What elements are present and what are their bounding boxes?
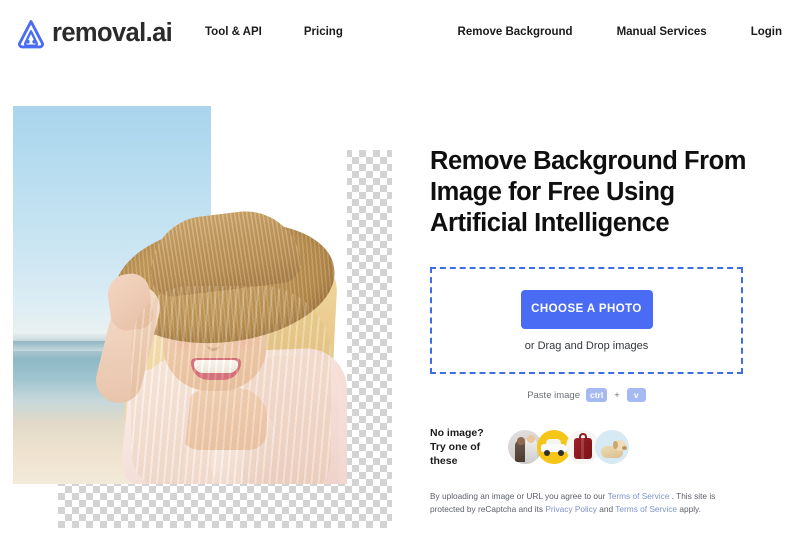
nav-link-login[interactable]: Login — [751, 26, 782, 39]
hero-content-column: Remove Background From Image for Free Us… — [430, 106, 786, 515]
nav-link-remove-background[interactable]: Remove Background — [458, 26, 573, 39]
photo-canvas — [13, 106, 347, 484]
nav-link-manual-services[interactable]: Manual Services — [617, 26, 707, 39]
car-wheel-front-icon — [544, 450, 550, 456]
no-image-line-2: Try one of these — [430, 441, 481, 467]
brand-name: removal.ai — [52, 19, 173, 48]
paste-image-label: Paste image — [527, 389, 580, 401]
page-root: removal.ai Tool & API Pricing Remove Bac… — [0, 0, 800, 538]
suitcase-body-icon — [574, 438, 592, 459]
legal-disclaimer: By uploading an image or URL you agree t… — [430, 490, 746, 515]
page-title: Remove Background From Image for Free Us… — [430, 147, 746, 237]
couple-head-right-icon — [527, 435, 535, 443]
dog-ear-icon — [613, 441, 618, 449]
key-ctrl[interactable]: ctrl — [586, 388, 608, 402]
no-image-line-1: No image? — [430, 427, 484, 439]
nav-link-pricing[interactable]: Pricing — [304, 26, 343, 39]
upload-dropzone[interactable]: CHOOSE A PHOTO or Drag and Drop images — [430, 267, 743, 374]
subject-hair-strands — [131, 286, 331, 484]
car-wheel-rear-icon — [558, 450, 564, 456]
key-v[interactable]: v — [626, 388, 646, 402]
nav-links-left: Tool & API Pricing — [205, 26, 343, 39]
removal-ai-logo-icon — [17, 20, 45, 49]
sample-images-row: No image? Try one of these — [430, 426, 786, 468]
legal-text-part-3: and — [596, 503, 616, 514]
top-navbar: removal.ai Tool & API Pricing Remove Bac… — [0, 0, 800, 68]
drag-drop-hint: or Drag and Drop images — [524, 339, 649, 352]
couple-head-left-icon — [517, 437, 525, 445]
key-plus-separator: + — [614, 389, 620, 401]
nav-link-tool-api[interactable]: Tool & API — [205, 26, 262, 39]
brand-logo[interactable]: removal.ai — [13, 17, 173, 51]
legal-link-terms-2[interactable]: Terms of Service — [615, 504, 677, 514]
sample-thumbnails — [508, 430, 629, 464]
legal-link-terms-1[interactable]: Terms of Service — [608, 491, 670, 501]
hero-preview-image — [13, 106, 392, 528]
legal-text-part-1: By uploading an image or URL you agree t… — [430, 491, 608, 501]
original-photo-layer — [13, 106, 347, 484]
no-image-prompt: No image? Try one of these — [430, 426, 508, 468]
paste-image-hint: Paste image ctrl + v — [430, 388, 743, 402]
dog-snout-icon — [622, 446, 627, 450]
legal-link-privacy[interactable]: Privacy Policy — [545, 504, 597, 514]
nav-links-right: Remove Background Manual Services Login — [458, 26, 782, 39]
legal-text-part-4: apply. — [677, 503, 701, 514]
photo-subject-woman — [13, 106, 347, 484]
choose-photo-button[interactable]: CHOOSE A PHOTO — [520, 289, 653, 329]
sample-thumbnail-dog[interactable] — [595, 430, 629, 464]
